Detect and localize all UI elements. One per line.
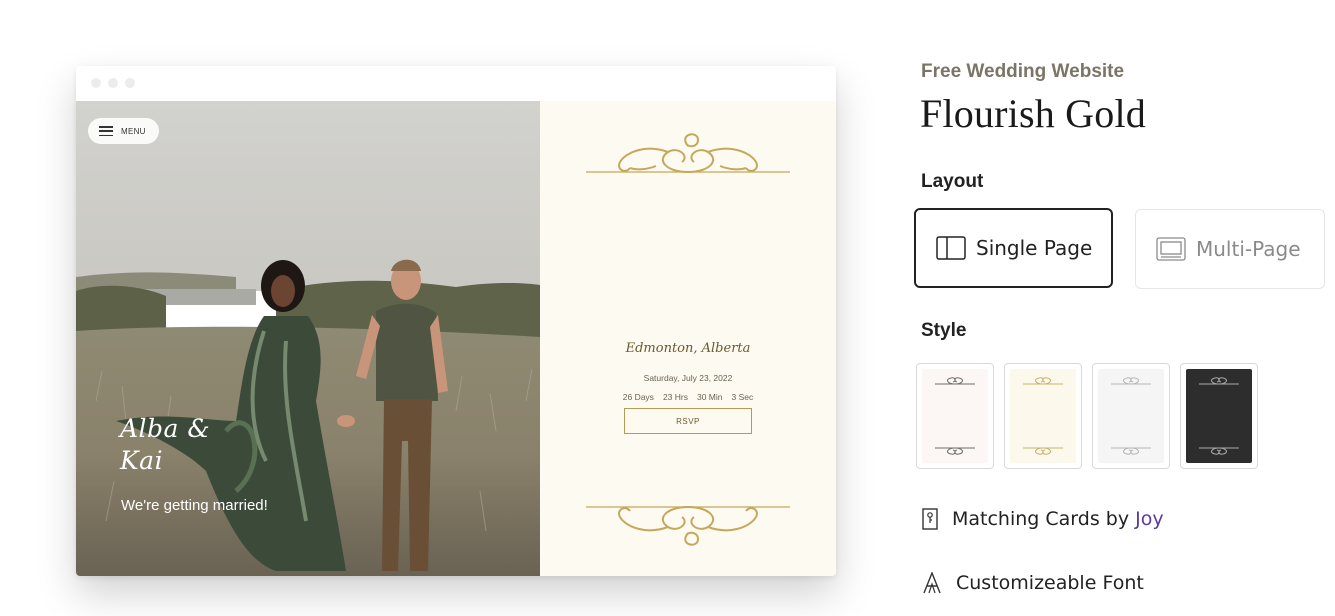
style-swatch-charcoal[interactable] — [1180, 363, 1258, 469]
flourish-icon — [1199, 377, 1239, 385]
menu-button[interactable]: MENU — [88, 118, 159, 144]
tagline: We're getting married! — [121, 497, 268, 514]
flourish-icon — [1111, 447, 1151, 455]
single-page-icon — [936, 236, 966, 260]
feature-matching-cards: Matching Cards by Joy — [922, 508, 1164, 530]
flourish-icon — [1199, 447, 1239, 455]
multi-page-icon — [1156, 237, 1186, 261]
flourish-icon — [935, 377, 975, 385]
gold-flourish-icon — [586, 133, 790, 173]
gold-flourish-icon — [586, 506, 790, 546]
countdown-minutes: 30 Min — [696, 392, 723, 402]
couple-photo: MENU Alba & Kai We're getting married! — [76, 101, 540, 576]
theme-title: Flourish Gold — [920, 91, 1146, 136]
hamburger-icon — [99, 126, 113, 136]
layout-section-label: Layout — [921, 171, 984, 192]
card-icon — [922, 508, 938, 530]
layout-option-multi-page[interactable]: Multi-Page — [1135, 209, 1325, 289]
style-swatch-preview — [1186, 369, 1252, 463]
layout-option-label: Multi-Page — [1196, 237, 1301, 261]
style-swatch-preview — [1098, 369, 1164, 463]
style-swatch-preview — [1010, 369, 1076, 463]
feature-custom-font: Customizeable Font — [922, 572, 1144, 594]
window-dot-icon — [125, 78, 135, 88]
product-eyebrow: Free Wedding Website — [921, 61, 1125, 82]
event-location: Edmonton, Alberta — [625, 341, 751, 356]
flourish-icon — [1111, 377, 1151, 385]
style-swatch-light-gray[interactable] — [1092, 363, 1170, 469]
layout-option-label: Single Page — [976, 236, 1093, 260]
event-date: Saturday, July 23, 2022 — [643, 373, 733, 383]
countdown-seconds: 3 Sec — [731, 392, 754, 402]
feature-label: Customizeable Font — [956, 572, 1144, 594]
style-section-label: Style — [921, 320, 967, 341]
feature-label: Matching Cards by — [952, 508, 1136, 530]
couple-names: Alba & Kai — [120, 414, 211, 475]
flourish-icon — [1023, 447, 1063, 455]
window-dot-icon — [108, 78, 118, 88]
layout-option-single-page[interactable]: Single Page — [914, 208, 1113, 288]
font-icon — [923, 572, 941, 594]
feature-text: Matching Cards by Joy — [952, 508, 1164, 530]
window-dot-icon — [91, 78, 101, 88]
countdown-days: 26 Days — [622, 392, 654, 402]
style-swatch-preview — [922, 369, 988, 463]
website-preview-window: MENU Alba & Kai We're getting married! E… — [76, 66, 836, 576]
menu-label: MENU — [121, 126, 146, 136]
joy-link[interactable]: Joy — [1135, 508, 1163, 530]
event-details-panel: Edmonton, Alberta Saturday, July 23, 202… — [540, 101, 836, 576]
countdown-timer: 26 Days 23 Hrs 30 Min 3 Sec — [540, 392, 836, 402]
flourish-icon — [1023, 377, 1063, 385]
browser-title-bar — [76, 66, 836, 101]
flourish-icon — [935, 447, 975, 455]
style-swatch-cream-gold[interactable] — [1004, 363, 1082, 469]
rsvp-button[interactable]: RSVP — [624, 408, 752, 434]
countdown-hours: 23 Hrs — [662, 392, 688, 402]
style-swatch-blush[interactable] — [916, 363, 994, 469]
